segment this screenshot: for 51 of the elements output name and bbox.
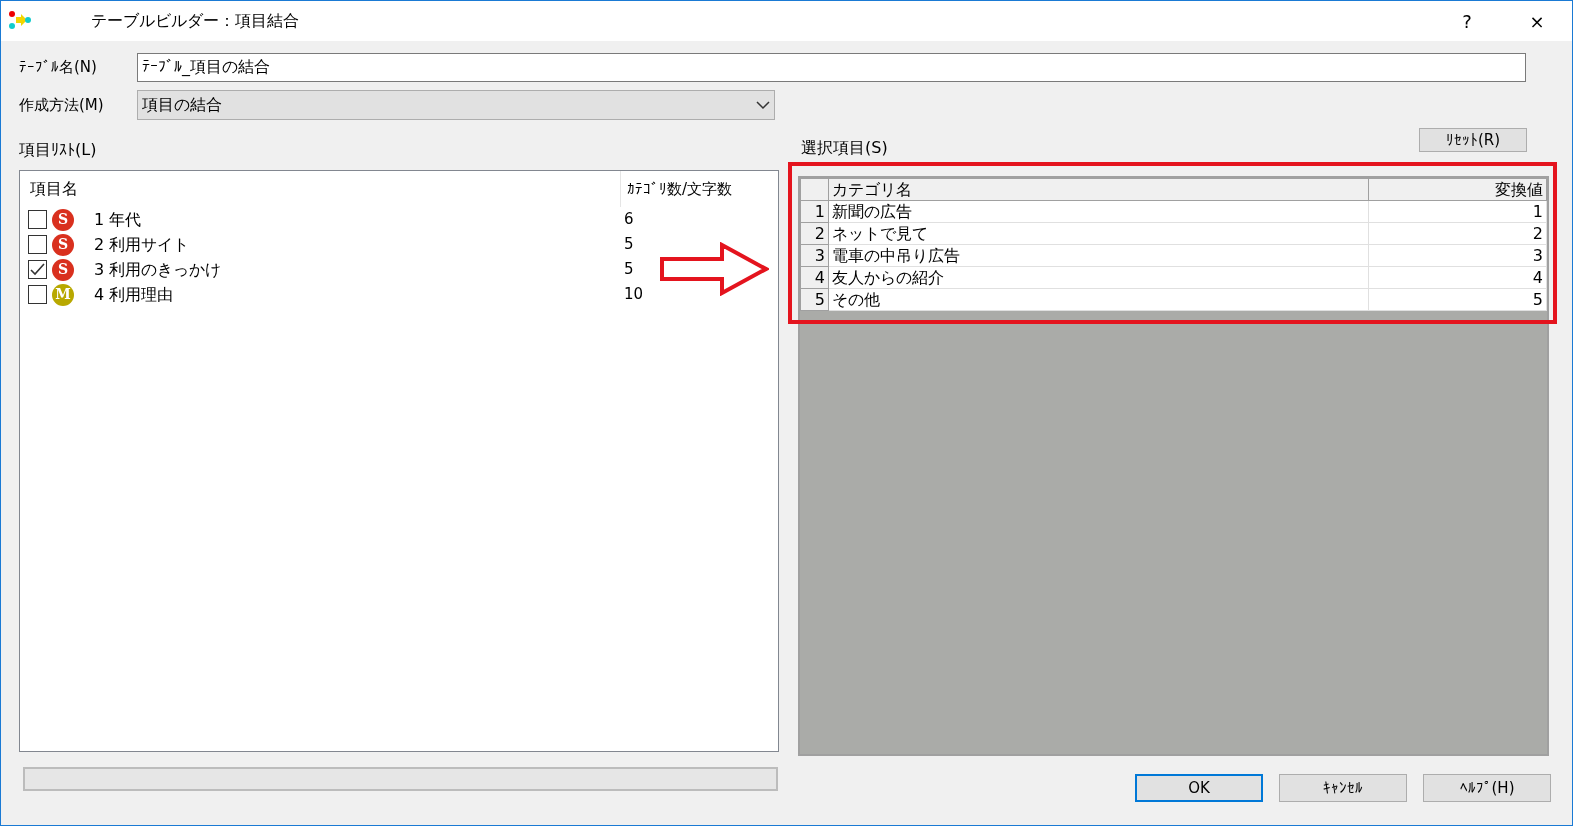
table-cell: 5 [1368,288,1547,311]
count-text: 5 [624,259,634,281]
column-header: 項目名 [30,178,79,200]
section-label: 項目ﾘｽﾄ(L) [19,139,97,161]
type-badge: S [52,208,74,231]
column-header: 変換値 [1368,178,1547,201]
reset-button[interactable]: ﾘｾｯﾄ(R) [1419,128,1527,152]
row-number: 3 [800,244,829,267]
table-cell: 3 [1368,244,1547,267]
dialog-button[interactable]: OK [1135,774,1263,802]
help-button[interactable]: ? [1432,6,1502,36]
table-cell: 4 [1368,266,1547,289]
table-cell: 新聞の広告 [828,200,1369,223]
column-header: カテゴリ名 [828,178,1369,201]
item-name[interactable]: 3 利用のきっかけ [94,257,624,282]
count-text: 6 [624,209,634,231]
table-cell: 2 [1368,222,1547,245]
section-label: 選択項目(S) [801,137,888,159]
close-button[interactable]: × [1502,6,1572,36]
table-cell: 1 [1368,200,1547,223]
field-label: 作成方法(M) [19,94,105,116]
dialog-button[interactable]: ｷｬﾝｾﾙ [1279,774,1407,802]
checkbox[interactable] [28,260,47,279]
table-cell: 友人からの紹介 [828,266,1369,289]
chevron-down-icon [756,100,770,110]
row-number: 4 [800,266,829,289]
checkbox[interactable] [28,285,47,304]
table-cell: その他 [828,288,1369,311]
row-number: 2 [800,222,829,245]
row-number: 1 [800,200,829,223]
method-dropdown[interactable]: 項目の結合 [137,90,775,120]
type-badge: S [52,233,74,256]
dropdown-value: 項目の結合 [142,94,223,116]
item-name[interactable]: 1 年代 [94,207,624,232]
item-name[interactable]: 4 利用理由 [94,282,624,307]
checkbox[interactable] [28,210,47,229]
row-number: 5 [800,288,829,311]
count-text: 10 [624,284,644,306]
app-logo-icon [9,11,31,31]
field-label: ﾃｰﾌﾞﾙ名(N) [19,57,98,79]
window-title: テーブルビルダー：項目結合 [91,10,300,32]
count-text: 5 [624,234,634,256]
item-name[interactable]: 2 利用サイト [94,232,624,257]
column-header: ｶﾃｺﾞﾘ数/文字数 [620,171,733,207]
type-badge: S [52,258,74,281]
table-name-field[interactable]: ﾃｰﾌﾞﾙ_項目の結合 [137,53,1526,82]
type-badge: M [52,283,74,306]
table-cell: ネットで見て [828,222,1369,245]
dialog-button[interactable]: ﾍﾙﾌﾟ(H) [1423,774,1551,802]
checkbox[interactable] [28,235,47,254]
table-cell: 電車の中吊り広告 [828,244,1369,267]
